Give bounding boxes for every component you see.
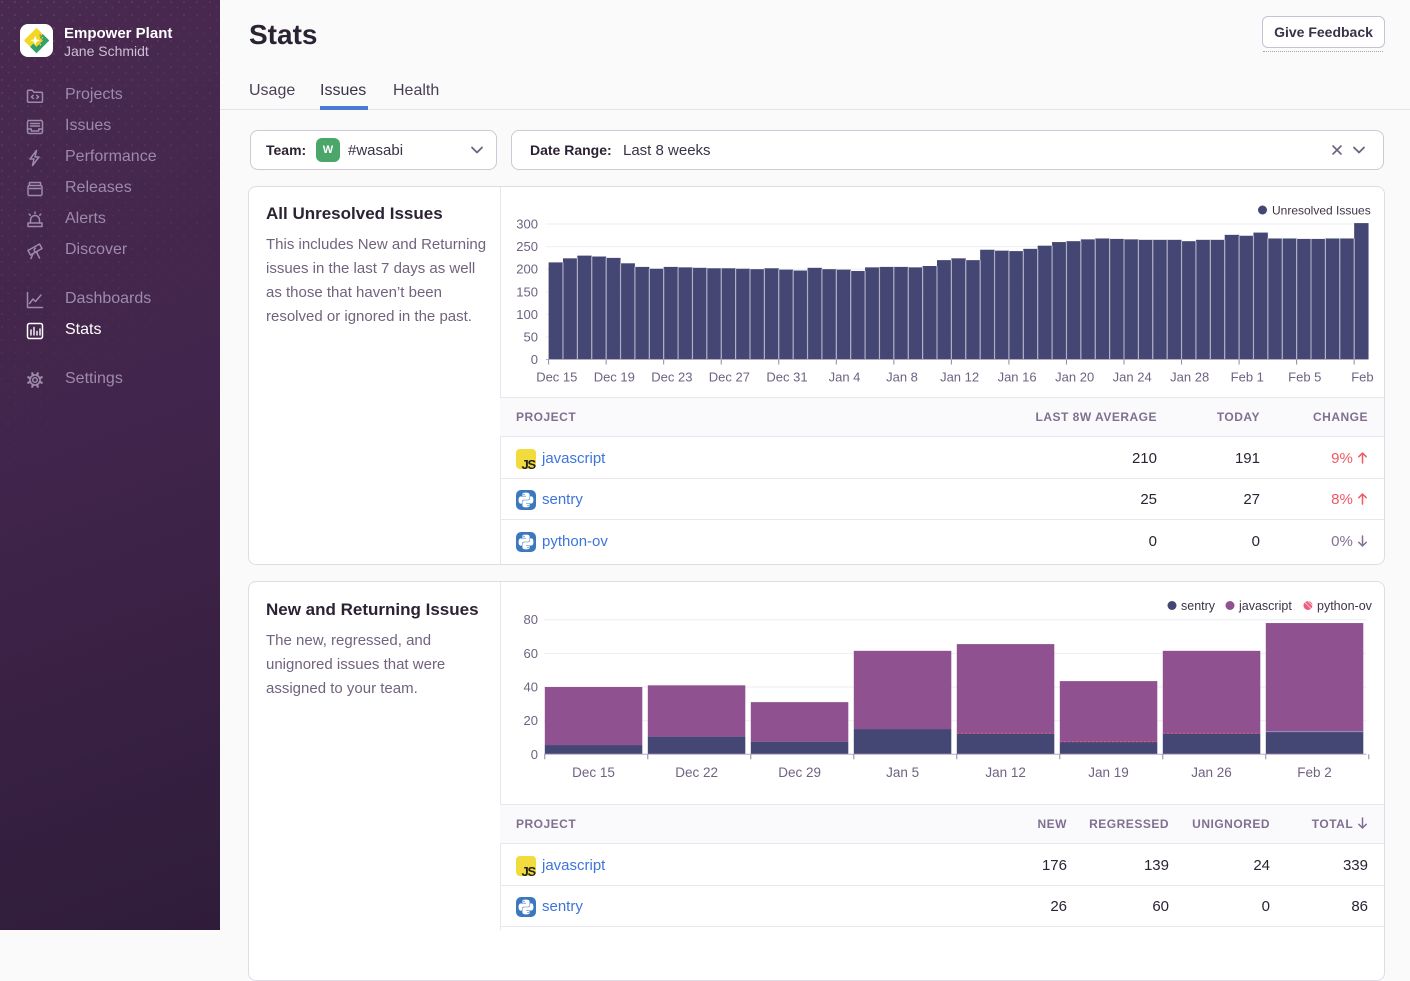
svg-text:Dec 15: Dec 15: [536, 370, 577, 385]
svg-text:60: 60: [524, 646, 538, 661]
svg-text:Jan 5: Jan 5: [886, 765, 919, 780]
svg-text:250: 250: [516, 239, 538, 254]
svg-text:Dec 22: Dec 22: [675, 765, 718, 780]
svg-text:50: 50: [524, 329, 538, 344]
svg-text:Dec 15: Dec 15: [572, 765, 615, 780]
svg-text:Jan 4: Jan 4: [829, 370, 861, 385]
svg-text:Jan 19: Jan 19: [1088, 765, 1129, 780]
svg-text:Jan 28: Jan 28: [1170, 370, 1209, 385]
svg-text:Feb: Feb: [1351, 370, 1373, 385]
svg-text:0: 0: [531, 352, 538, 367]
svg-text:Jan 26: Jan 26: [1191, 765, 1232, 780]
svg-text:Dec 31: Dec 31: [766, 370, 807, 385]
svg-text:Jan 16: Jan 16: [998, 370, 1037, 385]
svg-text:python-ov: python-ov: [1317, 599, 1373, 613]
svg-text:100: 100: [516, 307, 538, 322]
svg-text:Feb 2: Feb 2: [1297, 765, 1332, 780]
svg-text:80: 80: [524, 612, 538, 627]
svg-text:Feb 1: Feb 1: [1231, 370, 1264, 385]
svg-text:Dec 23: Dec 23: [651, 370, 692, 385]
svg-text:Unresolved Issues: Unresolved Issues: [1272, 204, 1371, 218]
svg-text:40: 40: [524, 680, 538, 695]
svg-text:Jan 24: Jan 24: [1113, 370, 1152, 385]
svg-text:Jan 8: Jan 8: [886, 370, 918, 385]
svg-text:Dec 19: Dec 19: [594, 370, 635, 385]
svg-text:Jan 20: Jan 20: [1055, 370, 1094, 385]
svg-text:Jan 12: Jan 12: [985, 765, 1026, 780]
svg-text:300: 300: [516, 217, 538, 232]
svg-text:150: 150: [516, 284, 538, 299]
svg-text:Dec 29: Dec 29: [778, 765, 821, 780]
svg-text:javascript: javascript: [1238, 599, 1292, 613]
svg-text:Feb 5: Feb 5: [1288, 370, 1321, 385]
svg-text:Dec 27: Dec 27: [709, 370, 750, 385]
svg-text:20: 20: [524, 713, 538, 728]
svg-text:0: 0: [531, 747, 538, 762]
svg-text:200: 200: [516, 262, 538, 277]
svg-text:sentry: sentry: [1181, 599, 1216, 613]
svg-text:Jan 12: Jan 12: [940, 370, 979, 385]
